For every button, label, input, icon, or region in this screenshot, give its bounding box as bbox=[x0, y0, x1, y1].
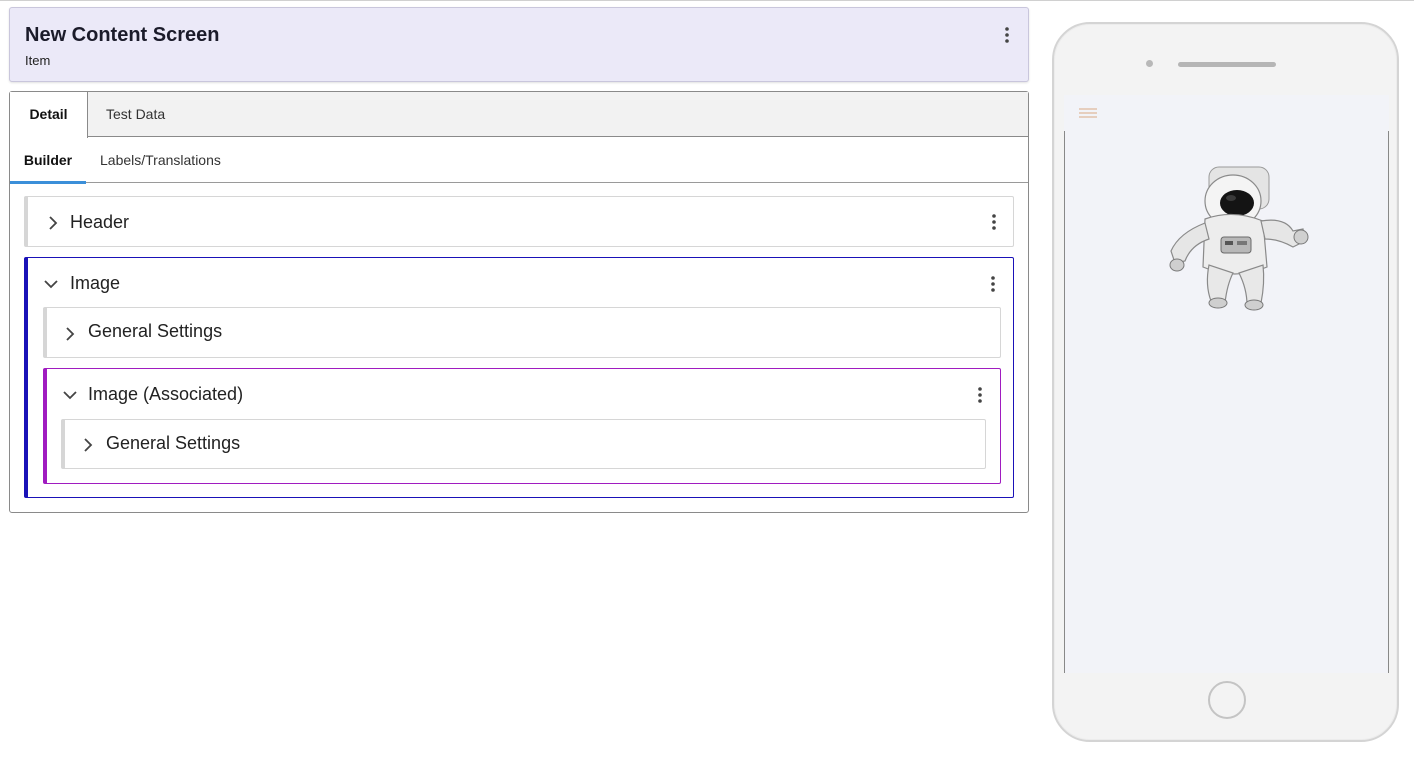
tab-builder[interactable]: Builder bbox=[10, 138, 86, 184]
section-associated-general-settings-toggle[interactable]: General Settings bbox=[65, 420, 985, 468]
section-image-associated: Image (Associated) General Settings bbox=[43, 368, 1001, 484]
editor-panel: Detail Test Data Builder Labels/Translat… bbox=[9, 91, 1029, 513]
section-header-toggle[interactable]: Header bbox=[28, 197, 1013, 245]
phone-camera bbox=[1146, 60, 1153, 67]
more-vertical-icon[interactable] bbox=[986, 212, 1002, 232]
tab-test-data[interactable]: Test Data bbox=[106, 92, 165, 137]
tab-detail[interactable]: Detail bbox=[10, 92, 88, 138]
more-vertical-icon[interactable] bbox=[972, 385, 988, 405]
section-image-associated-label: Image (Associated) bbox=[88, 384, 244, 404]
page-title: New Content Screen bbox=[25, 24, 220, 46]
phone-preview bbox=[1052, 22, 1399, 742]
main-tabs: Detail Test Data bbox=[10, 92, 1028, 138]
section-header: Header bbox=[24, 196, 1014, 247]
sub-tabs: Builder Labels/Translations bbox=[10, 138, 1028, 184]
more-vertical-icon[interactable] bbox=[985, 274, 1001, 294]
screen-title-card: New Content Screen Item bbox=[9, 7, 1029, 82]
section-header-label: Header bbox=[70, 212, 130, 232]
section-image-toggle[interactable]: Image bbox=[28, 258, 1013, 306]
tab-labels-translations[interactable]: Labels/Translations bbox=[100, 138, 221, 183]
page-subtitle: Item bbox=[25, 53, 51, 68]
top-divider bbox=[0, 0, 1414, 1]
chevron-right-icon bbox=[81, 438, 95, 452]
phone-screen bbox=[1064, 95, 1389, 673]
section-associated-general-settings: General Settings bbox=[61, 419, 986, 469]
section-image-associated-toggle[interactable]: Image (Associated) bbox=[47, 369, 1000, 417]
section-general-settings-toggle[interactable]: General Settings bbox=[47, 308, 1000, 356]
hamburger-menu-icon[interactable] bbox=[1078, 105, 1098, 121]
chevron-down-icon bbox=[63, 388, 77, 402]
section-general-settings: General Settings bbox=[43, 307, 1001, 358]
chevron-right-icon bbox=[46, 216, 60, 230]
section-image: Image General Settings Image (Associated… bbox=[24, 257, 1014, 498]
chevron-down-icon bbox=[44, 277, 58, 291]
phone-speaker bbox=[1178, 62, 1276, 67]
section-general-settings-label: General Settings bbox=[88, 321, 223, 341]
more-vertical-icon[interactable] bbox=[999, 25, 1015, 45]
astronaut-image bbox=[1161, 159, 1309, 311]
section-image-label: Image bbox=[70, 273, 121, 293]
chevron-right-icon bbox=[63, 327, 77, 341]
section-associated-general-settings-label: General Settings bbox=[106, 433, 241, 453]
phone-app-bar bbox=[1064, 95, 1389, 131]
phone-home-button[interactable] bbox=[1208, 681, 1246, 719]
